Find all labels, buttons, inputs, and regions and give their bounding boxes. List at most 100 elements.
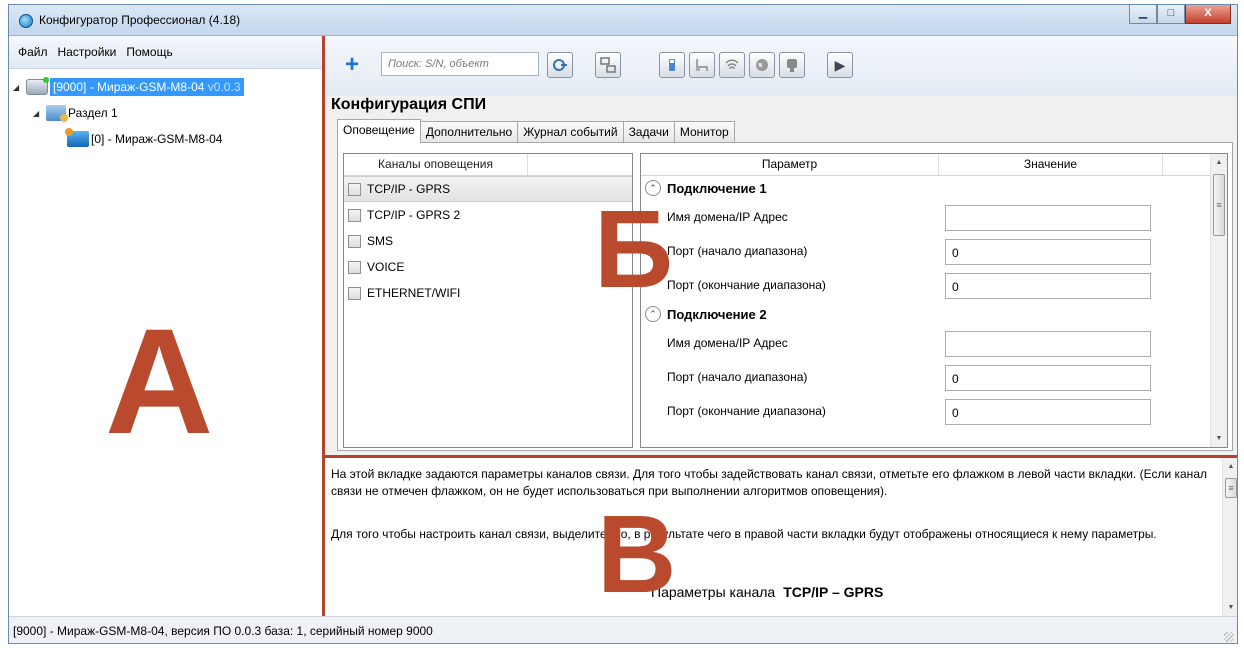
port-end-input[interactable]: 0 <box>945 273 1151 299</box>
port-start-input[interactable]: 0 <box>945 239 1151 265</box>
channel-checkbox[interactable] <box>348 234 361 248</box>
tab-tasks[interactable]: Задачи <box>622 121 675 143</box>
device-tree-pane: Файл Настройки Помощь ◢ [9000] - Мираж-G… <box>9 36 325 616</box>
domain-ip-input[interactable] <box>945 205 1151 231</box>
wifi-icon[interactable] <box>719 52 745 78</box>
section-icon <box>46 105 68 122</box>
page-title: Конфигурация СПИ <box>331 96 487 113</box>
channel-row-voice[interactable]: VOICE <box>344 254 632 280</box>
channel-checkbox[interactable] <box>348 260 361 274</box>
gsm-module-icon[interactable] <box>779 52 805 78</box>
add-button[interactable]: + <box>339 51 365 78</box>
close-button[interactable]: X <box>1185 5 1231 24</box>
tree-section-label: Раздел 1 <box>68 106 118 120</box>
group-title: Подключение 1 <box>667 180 767 196</box>
ethernet-icon[interactable] <box>689 52 715 78</box>
tab-bar: Оповещение Дополнительно Журнал событий … <box>337 119 735 143</box>
port-end-input[interactable]: 0 <box>945 399 1151 425</box>
description-pane: На этой вкладке задаются параметры канал… <box>325 458 1237 616</box>
group-connection-2[interactable]: ⌃ Подключение 2 <box>641 302 1227 326</box>
scroll-up-icon[interactable]: ▲ <box>1211 154 1227 171</box>
play-button[interactable]: ▶ <box>827 52 853 78</box>
channel-row-sms[interactable]: SMS <box>344 228 632 254</box>
channel-row-tcpip-gprs2[interactable]: TCP/IP - GPRS 2 <box>344 202 632 228</box>
search-input[interactable]: Поиск: S/N, объект <box>381 52 539 76</box>
channel-checkbox[interactable] <box>348 182 361 196</box>
object-icon <box>65 128 89 147</box>
param-label: Порт (начало диапазона) <box>667 244 808 258</box>
menu-bar: Файл Настройки Помощь <box>9 36 325 69</box>
group-title: Подключение 2 <box>667 306 767 322</box>
app-icon <box>19 14 33 28</box>
tree-item-device[interactable]: ◢ [9000] - Мираж-GSM-M8-04 v0.0.3 <box>13 77 244 97</box>
port-start-input[interactable]: 0 <box>945 365 1151 391</box>
parameters-scrollbar[interactable]: ▲ ≡ ▼ <box>1210 154 1227 447</box>
status-text: [9000] - Мираж-GSM-M8-04, версия ПО 0.0.… <box>13 624 433 638</box>
parameters-grid: Параметр Значение ⌃ Подключение 1 Имя до… <box>640 153 1228 448</box>
description-paragraph-1: На этой вкладке задаются параметры канал… <box>331 467 1207 498</box>
connect-icon[interactable] <box>547 52 573 78</box>
description-scrollbar[interactable]: ▲ ≡ ▼ <box>1222 458 1237 616</box>
usb-icon[interactable] <box>659 52 685 78</box>
expand-arrow-icon[interactable]: ◢ <box>33 109 42 118</box>
param-row: Порт (окончание диапазона) 0 <box>641 394 1227 428</box>
value-column-header[interactable]: Значение <box>939 154 1163 175</box>
toolbar: + Поиск: S/N, объект ▶ <box>325 36 1237 96</box>
param-row: Имя домена/IP Адрес <box>641 326 1227 360</box>
channel-label: TCP/IP - GPRS 2 <box>367 208 461 222</box>
menu-file[interactable]: Файл <box>13 45 53 59</box>
param-row: Порт (начало диапазона) 0 <box>641 234 1227 268</box>
parameters-header: Параметр Значение <box>641 154 1227 176</box>
channel-label: SMS <box>367 234 394 248</box>
channel-label: ETHERNET/WIFI <box>367 286 461 300</box>
description-paragraph-2: Для того чтобы настроить канал связи, вы… <box>331 527 1157 541</box>
channel-row-ethernet-wifi[interactable]: ETHERNET/WIFI <box>344 280 632 306</box>
channel-row-tcpip-gprs[interactable]: TCP/IP - GPRS <box>344 176 632 202</box>
channel-checkbox[interactable] <box>348 208 361 222</box>
minimize-button[interactable]: ▁ <box>1129 5 1157 24</box>
annotation-v: В <box>597 493 677 616</box>
annotation-b: Б <box>594 188 674 311</box>
app-window: Конфигуратор Профессионал (4.18) ▁ □ X Ф… <box>8 4 1238 644</box>
channel-parameters-title: Параметры канала TCP/IP – GPRS <box>651 584 883 600</box>
scroll-up-icon[interactable]: ▲ <box>1223 458 1237 475</box>
scroll-down-icon[interactable]: ▼ <box>1223 599 1237 616</box>
menu-help[interactable]: Помощь <box>121 45 177 59</box>
param-label: Имя домена/IP Адрес <box>667 210 788 224</box>
title-bar[interactable]: Конфигуратор Профессионал (4.18) ▁ □ X <box>9 5 1237 36</box>
window-controls: ▁ □ X <box>1129 5 1231 25</box>
param-row: Порт (окончание диапазона) 0 <box>641 268 1227 302</box>
domain-ip-input[interactable] <box>945 331 1151 357</box>
tab-event-log[interactable]: Журнал событий <box>517 121 624 143</box>
tree-device-version: v0.0.3 <box>207 80 241 94</box>
scroll-thumb[interactable]: ≡ <box>1225 478 1237 498</box>
param-label: Порт (начало диапазона) <box>667 370 808 384</box>
channel-checkbox[interactable] <box>348 286 361 300</box>
status-bar: [9000] - Мираж-GSM-M8-04, версия ПО 0.0.… <box>9 616 1237 643</box>
tab-panel-notification: Каналы оповещения TCP/IP - GPRS TCP/IP -… <box>337 142 1233 451</box>
tree-device-label: [9000] - Мираж-GSM-M8-04 <box>53 80 205 94</box>
param-column-header[interactable]: Параметр <box>641 154 939 175</box>
tab-notification[interactable]: Оповещение <box>337 119 421 143</box>
channels-header-label: Каналы оповещения <box>344 154 528 175</box>
expand-arrow-icon[interactable]: ◢ <box>13 83 22 92</box>
channels-list: Каналы оповещения TCP/IP - GPRS TCP/IP -… <box>343 153 633 448</box>
device-icon <box>26 77 49 95</box>
menu-settings[interactable]: Настройки <box>53 45 122 59</box>
maximize-button[interactable]: □ <box>1157 5 1185 24</box>
scroll-thumb[interactable]: ≡ <box>1213 174 1225 236</box>
globe-icon[interactable] <box>749 52 775 78</box>
resize-grip-icon[interactable] <box>1224 632 1234 642</box>
group-connection-1[interactable]: ⌃ Подключение 1 <box>641 176 1227 200</box>
tab-additional[interactable]: Дополнительно <box>419 121 519 143</box>
channels-header: Каналы оповещения <box>344 154 632 176</box>
tree-item-object[interactable]: [0] - Мираж-GSM-M8-04 <box>65 128 222 149</box>
network-icon[interactable] <box>595 52 621 78</box>
channel-label: TCP/IP - GPRS <box>367 182 451 196</box>
tab-monitor[interactable]: Монитор <box>673 121 735 143</box>
window-title: Конфигуратор Профессионал (4.18) <box>39 13 241 27</box>
channel-title-name: TCP/IP – GPRS <box>783 584 884 600</box>
tree-item-section[interactable]: ◢ Раздел 1 <box>33 103 118 123</box>
scroll-down-icon[interactable]: ▼ <box>1211 430 1227 447</box>
param-label: Имя домена/IP Адрес <box>667 336 788 350</box>
